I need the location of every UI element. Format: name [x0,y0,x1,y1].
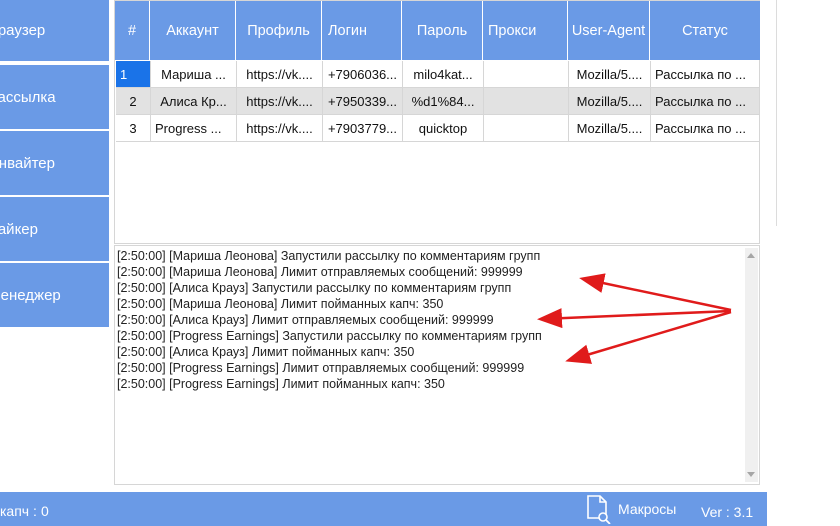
cell-password[interactable]: milo4kat... [403,61,484,88]
row-number[interactable]: 3 [116,115,151,142]
cell-login[interactable]: +7903779... [323,115,403,142]
cell-login[interactable]: +7950339... [323,88,403,115]
macros-label: Макросы [618,501,677,517]
accounts-table[interactable]: # Аккаунт Профиль Логин Пароль Прокси Us… [114,0,760,244]
cell-proxy[interactable] [484,88,569,115]
log-line: [2:50:00] [Progress Earnings] Запустили … [117,329,542,343]
log-line: [2:50:00] [Алиса Крауз] Запустили рассыл… [117,281,512,295]
log-line: [2:50:00] [Алиса Крауз] Лимит пойманных … [117,345,415,359]
log-line: [2:50:00] [Алиса Крауз] Лимит отправляем… [117,313,494,327]
cell-user-agent[interactable]: Mozilla/5.... [569,115,651,142]
column-header-password[interactable]: Пароль [402,1,483,60]
cell-login[interactable]: +7906036... [323,61,403,88]
right-side-panel [776,0,840,226]
cell-account[interactable]: Progress ... [151,115,237,142]
macros-button[interactable]: Макросы [586,492,676,526]
status-bar-end [767,492,840,526]
cell-password[interactable]: quicktop [403,115,484,142]
column-header-proxy[interactable]: Прокси [483,1,568,60]
sidebar: Браузер Рассылка Инвайтер Лайкер Менедже… [0,0,110,490]
log-line: [2:50:00] [Мариша Леонова] Запустили рас… [117,249,541,263]
cell-status[interactable]: Рассылка по ... [651,88,760,115]
log-line: [2:50:00] [Progress Earnings] Лимит отпр… [117,361,525,375]
cell-account[interactable]: Мариша ... [151,61,237,88]
sidebar-item-manager[interactable]: Менеджер [0,263,109,327]
captcha-count-label: капч : [0,503,37,519]
version-label: Ver : 3.1 [701,504,754,520]
column-header-login[interactable]: Логин [322,1,402,60]
column-header-user-agent[interactable]: User-Agent [568,1,650,60]
column-header-number[interactable]: # [115,1,150,60]
table-row[interactable]: 2 Алиса Кр... https://vk.... +7950339...… [116,88,760,115]
sidebar-item-inviter[interactable]: Инвайтер [0,131,109,195]
table-row[interactable]: 3 Progress ... https://vk.... +7903779..… [116,115,760,142]
sidebar-item-browser[interactable]: Браузер [0,0,109,61]
cell-user-agent[interactable]: Mozilla/5.... [569,88,651,115]
cell-profile[interactable]: https://vk.... [237,88,323,115]
log-textbox[interactable]: [2:50:00] [Мариша Леонова] Запустили рас… [114,245,760,485]
cell-profile[interactable]: https://vk.... [237,61,323,88]
sidebar-item-label: Браузер [0,22,46,39]
log-line: [2:50:00] [Мариша Леонова] Лимит пойманн… [117,297,444,311]
sidebar-item-label: Рассылка [0,88,56,106]
cell-password[interactable]: %d1%84... [403,88,484,115]
log-line: [2:50:00] [Progress Earnings] Лимит пойм… [117,377,445,391]
column-header-account[interactable]: Аккаунт [150,1,236,60]
sidebar-item-liker[interactable]: Лайкер [0,197,109,261]
cell-account[interactable]: Алиса Кр... [151,88,237,115]
cell-status[interactable]: Рассылка по ... [651,61,760,88]
captcha-count-value: 0 [41,503,49,519]
document-search-icon [587,495,611,524]
sidebar-item-mailing[interactable]: Рассылка [0,65,109,129]
column-header-status[interactable]: Статус [650,1,760,60]
sidebar-item-label: Менеджер [0,286,61,304]
sidebar-item-label: Инвайтер [0,154,55,172]
row-number[interactable]: 1 [116,61,151,88]
cell-status[interactable]: Рассылка по ... [651,115,760,142]
table-row[interactable]: 1 Мариша ... https://vk.... +7906036... … [116,61,760,88]
cell-proxy[interactable] [484,61,569,88]
cell-proxy[interactable] [484,115,569,142]
scroll-up-arrow-icon[interactable] [747,253,755,258]
log-line: [2:50:00] [Мариша Леонова] Лимит отправл… [117,265,523,279]
sidebar-item-label: Лайкер [0,220,38,238]
log-scrollbar[interactable] [745,248,758,482]
scroll-down-arrow-icon[interactable] [747,472,755,477]
column-header-profile[interactable]: Профиль [236,1,322,60]
cell-user-agent[interactable]: Mozilla/5.... [569,61,651,88]
cell-profile[interactable]: https://vk.... [237,115,323,142]
row-number[interactable]: 2 [116,88,151,115]
status-bar: капч : 0 Макросы Ver : 3.1 [0,492,840,526]
